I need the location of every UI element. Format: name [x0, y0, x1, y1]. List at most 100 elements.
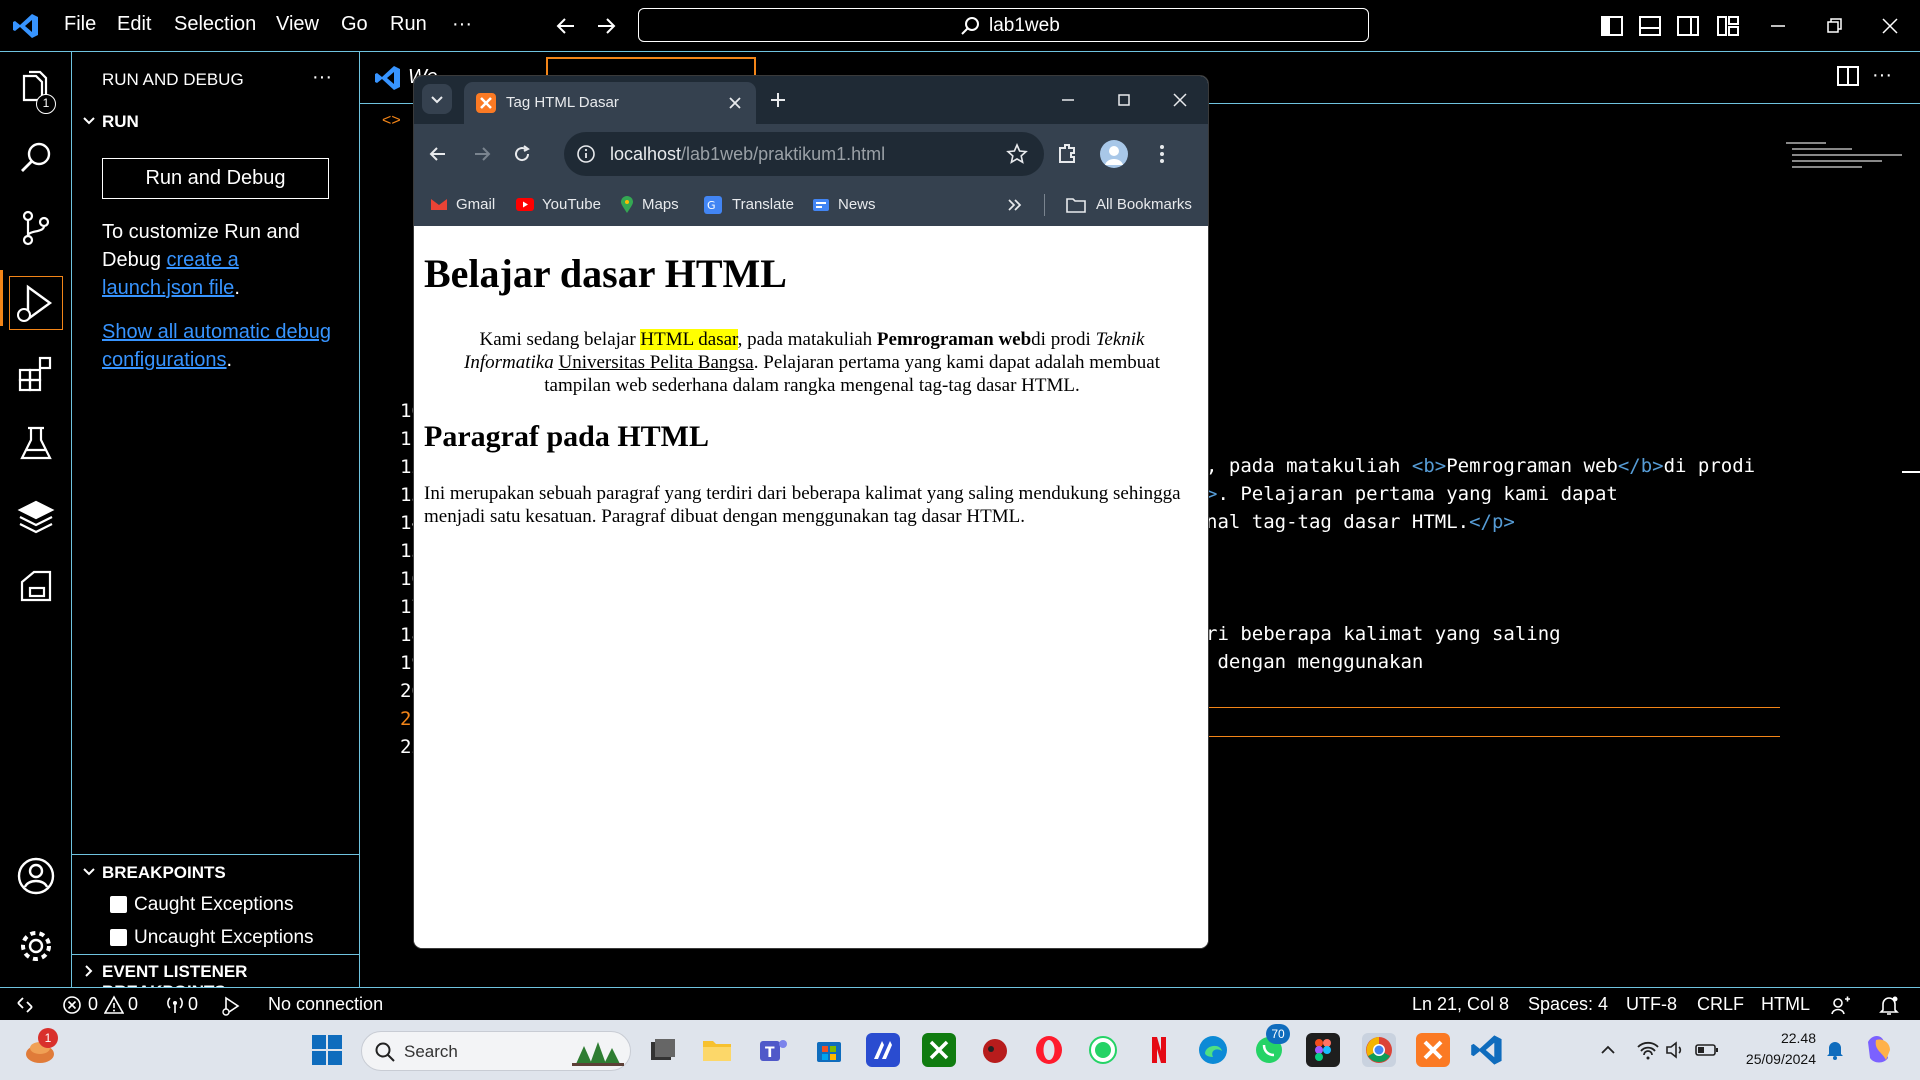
code-line[interactable]: ri beberapa kalimat yang saling	[1206, 623, 1561, 645]
chrome-minimize-icon[interactable]	[1056, 88, 1080, 112]
chrome-menu-icon[interactable]	[1150, 140, 1174, 168]
volume-icon[interactable]	[1664, 1038, 1688, 1062]
remote-explorer-icon[interactable]	[16, 566, 56, 606]
remote-indicator-icon[interactable]	[14, 994, 36, 1016]
browser-forward-icon[interactable]	[470, 142, 494, 166]
netflix-icon[interactable]	[1142, 1033, 1176, 1067]
run-and-debug-button[interactable]: Run and Debug	[102, 158, 329, 199]
forward-arrow-icon[interactable]	[594, 14, 618, 38]
browser-back-icon[interactable]	[426, 142, 450, 166]
minimap[interactable]	[1786, 138, 1906, 198]
editor-more-button[interactable]: ···	[1872, 64, 1892, 87]
code-line[interactable]: nal tag-tag dasar HTML.</p>	[1206, 511, 1515, 533]
language-mode[interactable]: HTML	[1761, 994, 1810, 1015]
run-and-debug-icon[interactable]	[9, 276, 63, 330]
code-line[interactable]: >. Pelajaran pertama yang kami dapat	[1206, 483, 1618, 505]
tab-search-button[interactable]	[422, 84, 452, 114]
microsoft-store-icon[interactable]	[812, 1033, 846, 1067]
more-bookmarks-chevron-icon[interactable]	[1006, 196, 1024, 214]
command-center[interactable]: lab1web	[638, 8, 1369, 42]
site-info-icon[interactable]	[576, 144, 596, 164]
extensions-puzzle-icon[interactable]	[1054, 140, 1080, 166]
notifications-bell-icon[interactable]	[1878, 994, 1900, 1016]
all-bookmarks[interactable]: All Bookmarks	[1096, 196, 1192, 213]
app-icon[interactable]	[866, 1033, 900, 1067]
chevron-up-icon[interactable]	[1598, 1040, 1618, 1060]
customize-layout-icon[interactable]	[1716, 14, 1740, 38]
menu-run[interactable]: Run	[390, 13, 427, 36]
file-explorer-icon[interactable]	[700, 1033, 734, 1067]
bookmark-translate[interactable]: Translate	[732, 196, 794, 213]
settings-gear-icon[interactable]	[16, 926, 56, 966]
menu-file[interactable]: File	[64, 13, 96, 36]
source-control-icon[interactable]	[16, 208, 56, 248]
sidebar-more-button[interactable]: ···	[312, 66, 332, 89]
cursor-position[interactable]: Ln 21, Col 8	[1412, 994, 1509, 1015]
bookmark-maps[interactable]: Maps	[642, 196, 679, 213]
profile-avatar[interactable]	[1100, 140, 1128, 168]
copilot-icon[interactable]	[1862, 1032, 1896, 1066]
menu-go[interactable]: Go	[341, 13, 368, 36]
create-launch-link[interactable]: create a	[167, 249, 239, 271]
toggle-secondary-sidebar-icon[interactable]	[1676, 14, 1700, 38]
live-share-icon[interactable]	[220, 995, 242, 1017]
encoding[interactable]: UTF-8	[1626, 994, 1677, 1015]
caught-exceptions-checkbox[interactable]	[110, 896, 127, 913]
close-icon[interactable]	[1878, 14, 1902, 38]
whatsapp-icon[interactable]	[1086, 1033, 1120, 1067]
end-of-line[interactable]: CRLF	[1697, 994, 1744, 1015]
menu-selection[interactable]: Selection	[174, 13, 256, 36]
clock-date[interactable]: 25/09/2024	[1738, 1051, 1816, 1067]
address-bar[interactable]: localhost/lab1web/praktikum1.html	[564, 132, 1044, 176]
clock-time[interactable]: 22.48	[1746, 1030, 1816, 1046]
task-view-icon[interactable]	[646, 1033, 680, 1067]
menu-edit[interactable]: Edit	[117, 13, 151, 36]
restore-icon[interactable]	[1822, 14, 1846, 38]
bookmark-news[interactable]: News	[838, 196, 876, 213]
back-arrow-icon[interactable]	[554, 14, 578, 38]
show-automatic-debug-link[interactable]: Show all automatic debug	[102, 321, 331, 343]
chrome-taskbar-icon[interactable]	[1362, 1033, 1396, 1067]
windows-start-icon[interactable]	[311, 1034, 343, 1066]
search-icon[interactable]	[16, 138, 56, 178]
extensions-icon[interactable]	[16, 354, 56, 394]
menu-view[interactable]: View	[276, 13, 319, 36]
tab-close-icon[interactable]	[726, 94, 744, 112]
reload-icon[interactable]	[510, 142, 534, 166]
testing-flask-icon[interactable]	[16, 424, 56, 464]
chrome-close-icon[interactable]	[1168, 88, 1192, 112]
minimize-icon[interactable]	[1766, 14, 1790, 38]
xbox-icon[interactable]	[922, 1033, 956, 1067]
bookmark-youtube[interactable]: YouTube	[542, 196, 601, 213]
new-tab-icon[interactable]	[766, 88, 790, 112]
taskbar-search-box[interactable]: Search	[361, 1031, 631, 1071]
code-line[interactable]: dengan menggunakan	[1206, 651, 1423, 673]
figma-icon[interactable]	[1306, 1033, 1340, 1067]
warning-count[interactable]: 0	[128, 994, 138, 1015]
toggle-sidebar-icon[interactable]	[1600, 14, 1624, 38]
code-line[interactable]: , pada matakuliah <b>Pemrograman web</b>…	[1206, 455, 1755, 477]
notification-bell-icon[interactable]	[1824, 1038, 1846, 1060]
feedback-icon[interactable]	[1830, 994, 1852, 1016]
chrome-tab[interactable]: Tag HTML Dasar	[464, 82, 756, 124]
chrome-maximize-icon[interactable]	[1112, 88, 1136, 112]
vscode-taskbar-icon[interactable]	[1470, 1033, 1504, 1067]
split-editor-icon[interactable]	[1836, 64, 1860, 88]
game-app-icon[interactable]	[978, 1033, 1012, 1067]
ports-count[interactable]: 0	[188, 994, 198, 1015]
bookmark-gmail[interactable]: Gmail	[456, 196, 495, 213]
wifi-icon[interactable]	[1636, 1038, 1660, 1062]
accounts-icon[interactable]	[16, 856, 56, 896]
error-count[interactable]: 0	[88, 994, 98, 1015]
bookmark-star-icon[interactable]	[1006, 143, 1028, 165]
menu-more[interactable]: ···	[452, 13, 472, 36]
xampp-icon[interactable]	[1416, 1033, 1450, 1067]
configurations-link[interactable]: configurations	[102, 349, 227, 371]
uncaught-exceptions-checkbox[interactable]	[110, 929, 127, 946]
connection-status[interactable]: No connection	[268, 994, 383, 1015]
toggle-panel-icon[interactable]	[1638, 14, 1662, 38]
layers-icon[interactable]	[16, 496, 56, 536]
battery-icon[interactable]	[1694, 1038, 1720, 1062]
launch-json-link[interactable]: launch.json file	[102, 277, 234, 299]
scrollbar-thumb[interactable]	[1902, 471, 1920, 473]
